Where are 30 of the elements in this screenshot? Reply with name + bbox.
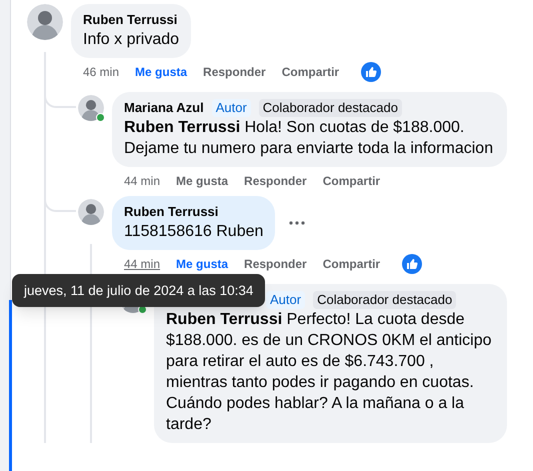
- action-link[interactable]: Compartir: [282, 63, 340, 81]
- author-name[interactable]: Mariana Azul: [124, 99, 204, 117]
- comment-text: Ruben Terrussi Hola! Son cuotas de $188.000. Dejame tu numero para enviarte toda la informacion: [124, 118, 494, 159]
- timestamp-link[interactable]: 44 min: [124, 172, 160, 190]
- action-link[interactable]: Compartir: [322, 255, 380, 273]
- action-link[interactable]: Compartir: [322, 172, 380, 190]
- like-link[interactable]: Me gusta: [176, 172, 228, 190]
- comment-text: 1158158616 Ruben: [124, 222, 264, 242]
- author-name[interactable]: Ruben Terrussi: [124, 203, 218, 221]
- author-badge: Autor: [212, 99, 251, 117]
- author-badge: Colaborador destacado: [258, 99, 402, 117]
- like-reaction-icon[interactable]: [361, 62, 382, 82]
- date-tooltip: jueves, 11 de julio de 2024 a las 10:34: [12, 274, 266, 307]
- timestamp-link[interactable]: 46 min: [83, 63, 120, 81]
- author-badge: Autor: [266, 291, 306, 309]
- timestamp-link[interactable]: 44 min: [124, 255, 160, 273]
- action-link[interactable]: Responder: [244, 172, 307, 190]
- like-link[interactable]: Me gusta: [135, 63, 188, 81]
- like-reaction-icon[interactable]: [402, 254, 422, 274]
- author-name[interactable]: Ruben Terrussi: [83, 11, 178, 29]
- avatar[interactable]: [78, 95, 104, 121]
- comment-text: Info x privado: [83, 30, 180, 50]
- avatar[interactable]: [27, 4, 63, 40]
- action-link[interactable]: Responder: [203, 63, 266, 81]
- more-options-icon[interactable]: [289, 221, 306, 225]
- author-badge: Colaborador destacado: [313, 291, 456, 309]
- comment-text: Ruben Terrussi Perfecto! La cuota desde $188.000. es de un CRONOS 0KM el anticipo para retirar el auto es de $6.743.700 , mientras tanto podes ir pagando en cuotas. Cuándo podes hablar? A la mañana o a la tarde?: [166, 310, 493, 435]
- action-link[interactable]: Responder: [244, 255, 307, 273]
- like-link[interactable]: Me gusta: [176, 255, 228, 273]
- avatar[interactable]: [78, 199, 104, 225]
